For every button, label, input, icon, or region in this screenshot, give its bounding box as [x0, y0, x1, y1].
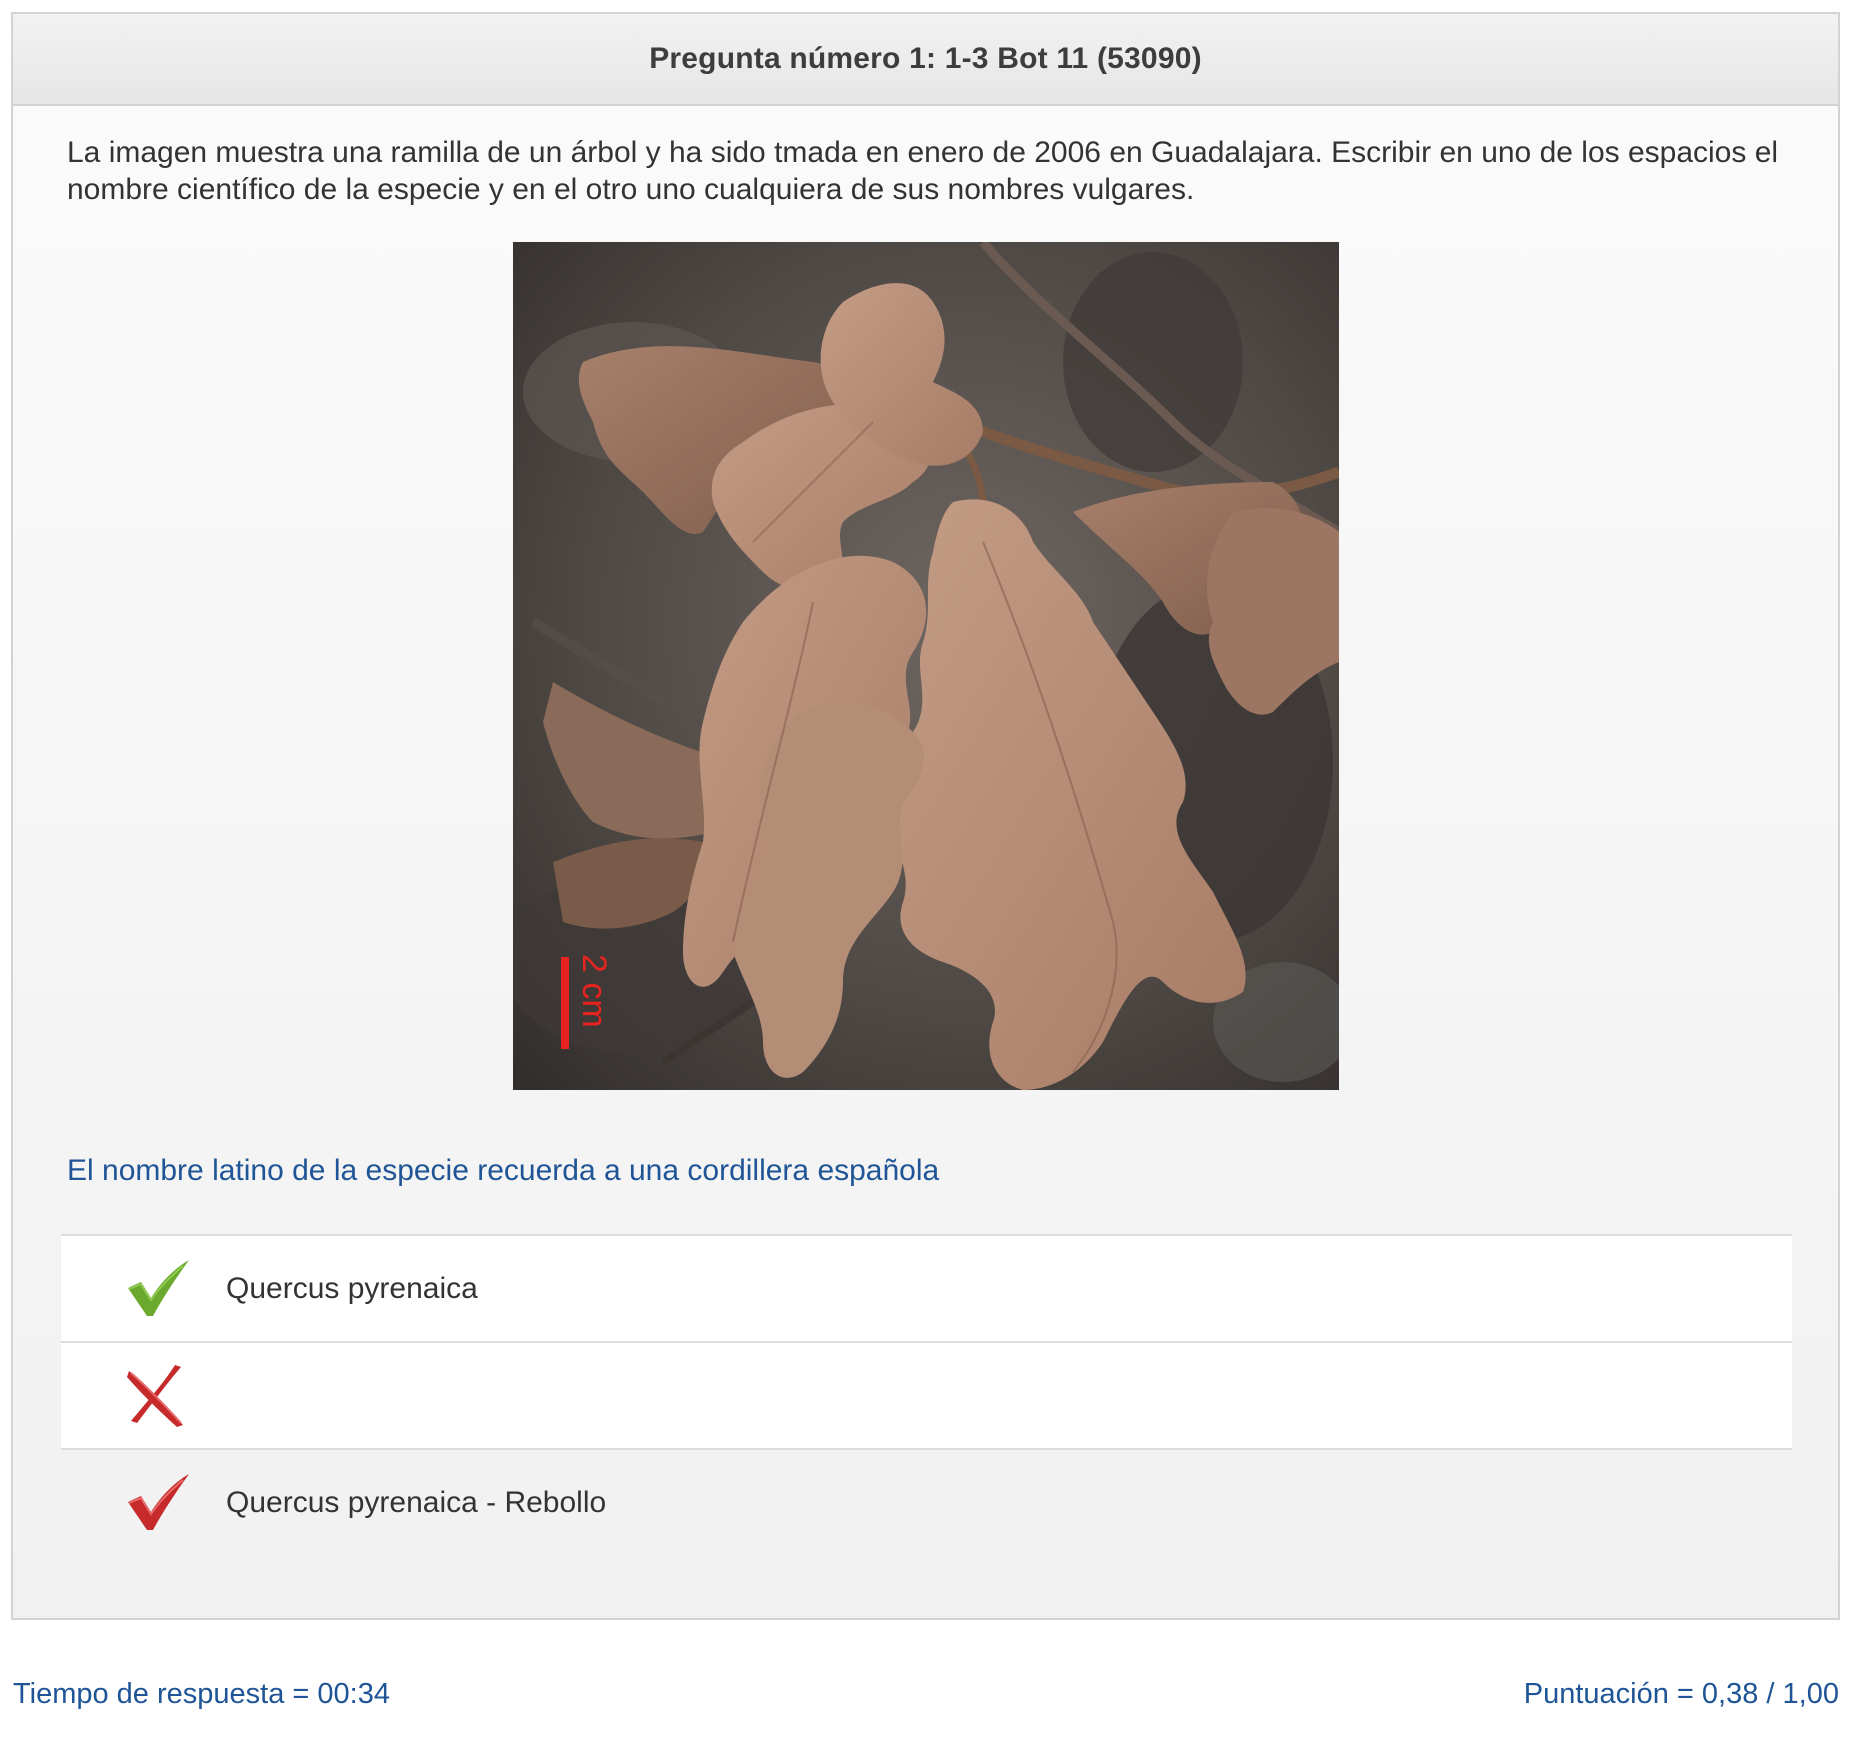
score: Puntuación = 0,38 / 1,00 [1523, 1678, 1839, 1710]
answer-row-3: Quercus pyrenaica - Rebollo [61, 1448, 1792, 1555]
answer-text-1: Quercus pyrenaica [226, 1272, 478, 1305]
answer-row-2 [61, 1341, 1792, 1448]
check-red-icon [123, 1468, 193, 1538]
question-panel: Pregunta número 1: 1-3 Bot 11 (53090) La… [11, 12, 1840, 1620]
question-header: Pregunta número 1: 1-3 Bot 11 (53090) [13, 14, 1838, 106]
answer-text-3: Quercus pyrenaica - Rebollo [226, 1486, 607, 1519]
check-green-icon [123, 1254, 193, 1324]
oak-leaves-photo: 2 cm [513, 242, 1339, 1090]
cross-red-icon [123, 1361, 193, 1431]
answers-list: Quercus pyrenaica Quercus pyrenaica - Re… [61, 1234, 1792, 1555]
hint-text: El nombre latino de la especie recuerda … [67, 1154, 940, 1187]
answer-row-1: Quercus pyrenaica [61, 1234, 1792, 1341]
question-text: La imagen muestra una ramilla de un árbo… [67, 136, 1779, 206]
response-time: Tiempo de respuesta = 00:34 [13, 1678, 390, 1710]
question-title: Pregunta número 1: 1-3 Bot 11 (53090) [649, 42, 1202, 75]
scale-label: 2 cm [575, 954, 613, 1028]
